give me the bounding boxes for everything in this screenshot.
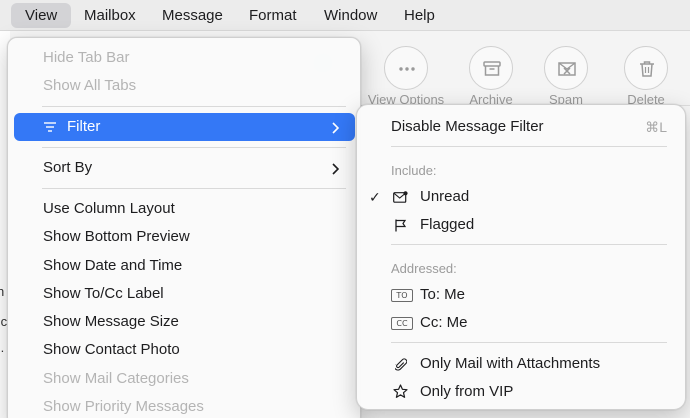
menu-item-disable-message-filter[interactable]: Disable Message Filter ⌘L (391, 113, 687, 141)
menu-item-hide-tab-bar[interactable]: Hide Tab Bar (43, 44, 129, 72)
to-tag-icon: TO (391, 289, 413, 302)
menu-item-cc-me-label: Cc: Me (420, 314, 468, 331)
menubar-format[interactable]: Format (249, 3, 297, 28)
menubar-view[interactable]: View (11, 3, 72, 28)
menu-bar: View Mailbox Message Format Window Help (0, 0, 690, 31)
menu-item-to-me[interactable]: TO To: Me (369, 281, 669, 309)
menu-item-unread[interactable]: ✓ Unread (369, 183, 669, 211)
menu-item-show-date-and-time[interactable]: Show Date and Time (43, 252, 182, 280)
menubar-message[interactable]: Message (162, 3, 223, 28)
menu-item-filter[interactable]: Filter (14, 113, 355, 141)
menu-item-filter-label: Filter (67, 118, 101, 135)
menu-item-show-contact-photo[interactable]: Show Contact Photo (43, 336, 180, 364)
menu-separator (42, 188, 346, 189)
addressed-section-label: Addressed: (391, 261, 457, 276)
archive-button[interactable] (469, 46, 513, 90)
checkmark-icon: ✓ (369, 189, 381, 205)
menu-separator (391, 342, 667, 343)
ellipsis-icon (399, 67, 415, 71)
menu-separator (391, 244, 667, 245)
menu-item-flagged-label: Flagged (420, 216, 475, 233)
junk-icon (558, 62, 576, 76)
menu-item-show-bottom-preview[interactable]: Show Bottom Preview (43, 223, 190, 251)
view-options-button[interactable] (384, 46, 428, 90)
star-icon (393, 384, 408, 398)
menu-item-disable-filter-label: Disable Message Filter (391, 118, 544, 135)
menu-item-to-me-label: To: Me (420, 286, 466, 303)
menu-item-show-mail-categories[interactable]: Show Mail Categories (43, 365, 189, 393)
chevron-right-icon (332, 163, 339, 175)
chevron-right-icon (332, 122, 339, 134)
menu-separator (42, 106, 346, 107)
keyboard-shortcut: ⌘L (645, 119, 667, 135)
menu-separator (42, 147, 346, 148)
include-section-label: Include: (391, 163, 437, 178)
menu-item-flagged[interactable]: Flagged (369, 211, 669, 239)
menu-item-show-all-tabs[interactable]: Show All Tabs (43, 72, 136, 100)
menu-item-cc-me[interactable]: CC Cc: Me (369, 309, 669, 337)
menubar-window[interactable]: Window (324, 3, 377, 28)
menu-item-only-attachments-label: Only Mail with Attachments (420, 355, 601, 372)
menu-item-unread-label: Unread (420, 188, 470, 205)
menu-item-show-priority-messages[interactable]: Show Priority Messages (43, 393, 204, 418)
menubar-help[interactable]: Help (404, 3, 435, 28)
menu-item-only-attachments[interactable]: Only Mail with Attachments (369, 350, 669, 378)
menu-item-use-column-layout[interactable]: Use Column Layout (43, 195, 175, 223)
unread-envelope-icon (393, 191, 408, 203)
menu-item-sort-by-label: Sort By (43, 159, 93, 176)
menu-item-only-vip-label: Only from VIP (420, 383, 514, 400)
cc-tag-icon: CC (391, 317, 413, 330)
archive-icon (483, 61, 501, 76)
menu-item-show-to-cc-label[interactable]: Show To/Cc Label (43, 280, 164, 308)
delete-button[interactable] (624, 46, 668, 90)
cutoff-text: ı. (0, 340, 5, 355)
menubar-mailbox[interactable]: Mailbox (84, 3, 136, 28)
menu-separator (391, 146, 667, 147)
spam-button[interactable] (544, 46, 588, 90)
menu-item-only-vip[interactable]: Only from VIP (369, 378, 669, 406)
filter-submenu: Disable Message Filter ⌘L Include: ✓ Unr… (356, 104, 686, 410)
menu-item-show-message-size[interactable]: Show Message Size (43, 308, 179, 336)
flag-icon (395, 219, 407, 232)
trash-icon (640, 61, 654, 77)
filter-lines-icon (44, 122, 56, 132)
cutoff-text: n (0, 284, 5, 299)
view-menu: Hide Tab Bar Show All Tabs Filter Sort B… (7, 37, 361, 418)
paperclip-icon (395, 358, 407, 371)
menu-item-sort-by[interactable]: Sort By (43, 154, 349, 182)
